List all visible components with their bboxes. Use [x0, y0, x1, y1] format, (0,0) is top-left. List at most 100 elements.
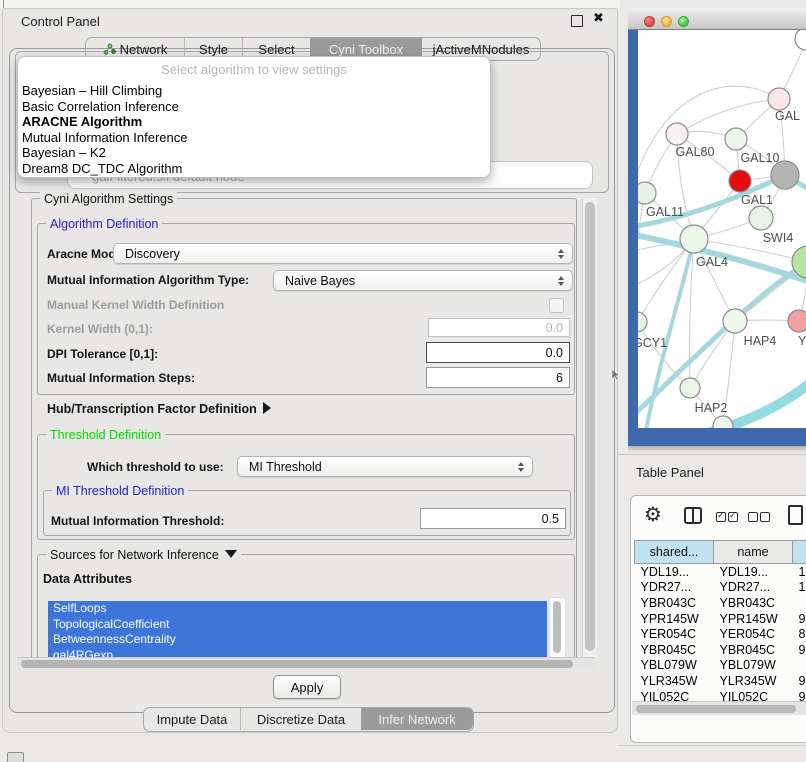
algorithm-dropdown[interactable]: Select algorithm to view settings Bayesi…: [17, 56, 491, 178]
table-row[interactable]: YER054CYER054C8.: [635, 626, 806, 642]
network-canvas[interactable]: GALGAL80GAL10GAL1GAL11SWI4GAL4GCY1HAP4YH…: [638, 30, 806, 428]
network-node-swi4[interactable]: [749, 206, 773, 230]
network-edge[interactable]: [646, 239, 694, 428]
network-node-label: GAL4: [696, 255, 728, 269]
mi-steps-value: 6: [556, 371, 563, 385]
table-horizontal-scrollbar-thumb[interactable]: [636, 705, 796, 713]
kernel-width-input[interactable]: 0.0: [428, 318, 570, 337]
network-node-gal4[interactable]: [680, 225, 708, 253]
mi-threshold-input[interactable]: 0.5: [420, 508, 566, 529]
algorithm-dropdown-placeholder: Select algorithm to view settings: [18, 62, 490, 77]
network-edge[interactable]: [696, 372, 806, 428]
table-cell: YBR045C: [714, 642, 793, 658]
settings-vertical-scrollbar-thumb[interactable]: [585, 202, 595, 651]
network-node-gal1[interactable]: [729, 170, 751, 192]
dropdown-option[interactable]: Basic Correlation Inference: [22, 99, 486, 115]
network-node-gal[interactable]: [768, 88, 790, 110]
network-node[interactable]: [795, 30, 806, 50]
dropdown-option[interactable]: ARACNE Algorithm: [22, 114, 486, 130]
table-cell: 9.: [793, 611, 806, 627]
algorithm-dropdown-list: Bayesian – Hill ClimbingBasic Correlatio…: [22, 83, 486, 176]
float-window-icon[interactable]: [571, 15, 583, 27]
control-panel-title: Control Panel: [21, 14, 100, 29]
table-cell: YLR345W: [714, 673, 793, 689]
bottom-tab-infer-network[interactable]: Infer Network: [361, 708, 473, 730]
bottom-divider: [618, 745, 806, 746]
settings-horizontal-scrollbar-thumb[interactable]: [21, 660, 573, 668]
settings-vertical-scrollbar[interactable]: [582, 198, 597, 657]
node-attribute-table: shared...name YDL19...YDL19...13YDR27...…: [634, 540, 806, 704]
which-threshold-select[interactable]: MI Threshold: [237, 456, 533, 477]
apply-button[interactable]: Apply: [273, 675, 341, 699]
zoom-traffic-light-icon[interactable]: [678, 16, 689, 27]
network-window-titlebar[interactable]: [628, 8, 806, 30]
dropdown-option[interactable]: Bayesian – K2: [22, 145, 486, 161]
close-icon[interactable]: ✖: [593, 10, 604, 26]
deselect-all-checkbox-icon[interactable]: [760, 512, 770, 522]
table-row[interactable]: YBR043CYBR043C: [635, 595, 806, 611]
settings-horizontal-scrollbar[interactable]: [17, 657, 595, 670]
stepper-icon: [558, 249, 564, 259]
minimized-panel-icon[interactable]: [7, 752, 24, 762]
aracne-mode-select[interactable]: Discovery: [113, 243, 573, 264]
attributes-scrollbar-thumb[interactable]: [553, 601, 561, 653]
table-cell: YER054C: [635, 626, 714, 642]
network-node-label: GCY1: [638, 336, 667, 350]
table-row[interactable]: YDL19...YDL19...13: [635, 564, 806, 580]
network-node-gal10[interactable]: [725, 128, 747, 150]
close-traffic-light-icon[interactable]: [644, 16, 655, 27]
manual-kernel-checkbox[interactable]: [549, 298, 564, 313]
dpi-tolerance-input[interactable]: 0.0: [426, 342, 570, 363]
network-node-gal11[interactable]: [638, 182, 656, 204]
data-attributes-list[interactable]: SelfLoopsTopologicalCoefficientBetweenne…: [48, 601, 547, 663]
table-row[interactable]: YLR345WYLR345W9.: [635, 673, 806, 689]
bottom-tab-discretize-data[interactable]: Discretize Data: [240, 708, 361, 730]
table-row[interactable]: YDR27...YDR27...12: [635, 580, 806, 596]
dropdown-option[interactable]: Bayesian – Hill Climbing: [22, 83, 486, 99]
attribute-list-item[interactable]: TopologicalCoefficient: [48, 617, 547, 633]
split-columns-icon[interactable]: [684, 507, 702, 524]
network-node-hap2[interactable]: [680, 378, 700, 398]
table-cell: YBL079W: [635, 658, 714, 674]
network-node-label: HAP4: [744, 334, 777, 348]
table-cell: 12: [793, 580, 806, 596]
table-horizontal-scrollbar[interactable]: [632, 701, 806, 715]
network-edge[interactable]: [638, 193, 645, 322]
column-header-shared...[interactable]: shared...: [635, 541, 714, 564]
expand-right-icon: [263, 402, 271, 414]
gear-icon[interactable]: ⚙: [644, 505, 662, 525]
network-edge[interactable]: [638, 239, 694, 322]
table-cell: YDR27...: [635, 580, 714, 596]
table-row[interactable]: YPR145WYPR145W9.: [635, 611, 806, 627]
mi-steps-input[interactable]: 6: [426, 367, 570, 388]
attribute-list-item[interactable]: BetweennessCentrality: [48, 632, 547, 648]
sources-title[interactable]: Sources for Network Inference: [46, 548, 241, 562]
network-node-gal80[interactable]: [666, 123, 688, 145]
mi-threshold-value: 0.5: [542, 512, 559, 526]
column-header-name[interactable]: name: [714, 541, 793, 564]
mi-type-select[interactable]: Naive Bayes: [273, 270, 573, 291]
network-node[interactable]: [771, 161, 799, 189]
attribute-list-item[interactable]: SelfLoops: [48, 601, 547, 617]
table-cell: YDL19...: [714, 564, 793, 580]
dropdown-option[interactable]: Mutual Information Inference: [22, 130, 486, 146]
network-node-hap4[interactable]: [723, 309, 747, 333]
dropdown-option[interactable]: Dream8 DC_TDC Algorithm: [22, 161, 486, 177]
select-all-checkbox-icon[interactable]: [716, 512, 726, 522]
export-table-icon[interactable]: [788, 505, 803, 525]
table-row[interactable]: YBL079WYBL079W: [635, 658, 806, 674]
minimize-traffic-light-icon[interactable]: [661, 16, 672, 27]
select-all-checkbox-icon[interactable]: [728, 512, 738, 522]
bottom-tab-impute-data[interactable]: Impute Data: [144, 708, 240, 730]
network-edge[interactable]: [677, 99, 779, 134]
table-row[interactable]: YBR045CYBR045C9.: [635, 642, 806, 658]
attributes-scrollbar[interactable]: [549, 597, 566, 665]
network-window-body: GALGAL80GAL10GAL1GAL11SWI4GAL4GCY1HAP4YH…: [628, 30, 806, 446]
sources-title-label: Sources for Network Inference: [50, 548, 219, 562]
network-edge[interactable]: [638, 86, 779, 200]
hub-section-toggle[interactable]: Hub/Transcription Factor Definition: [47, 402, 271, 416]
network-node-y[interactable]: [788, 310, 806, 332]
column-header-partial[interactable]: [793, 541, 806, 564]
network-node-gcy1[interactable]: [638, 312, 647, 332]
deselect-all-checkbox-icon[interactable]: [748, 512, 758, 522]
